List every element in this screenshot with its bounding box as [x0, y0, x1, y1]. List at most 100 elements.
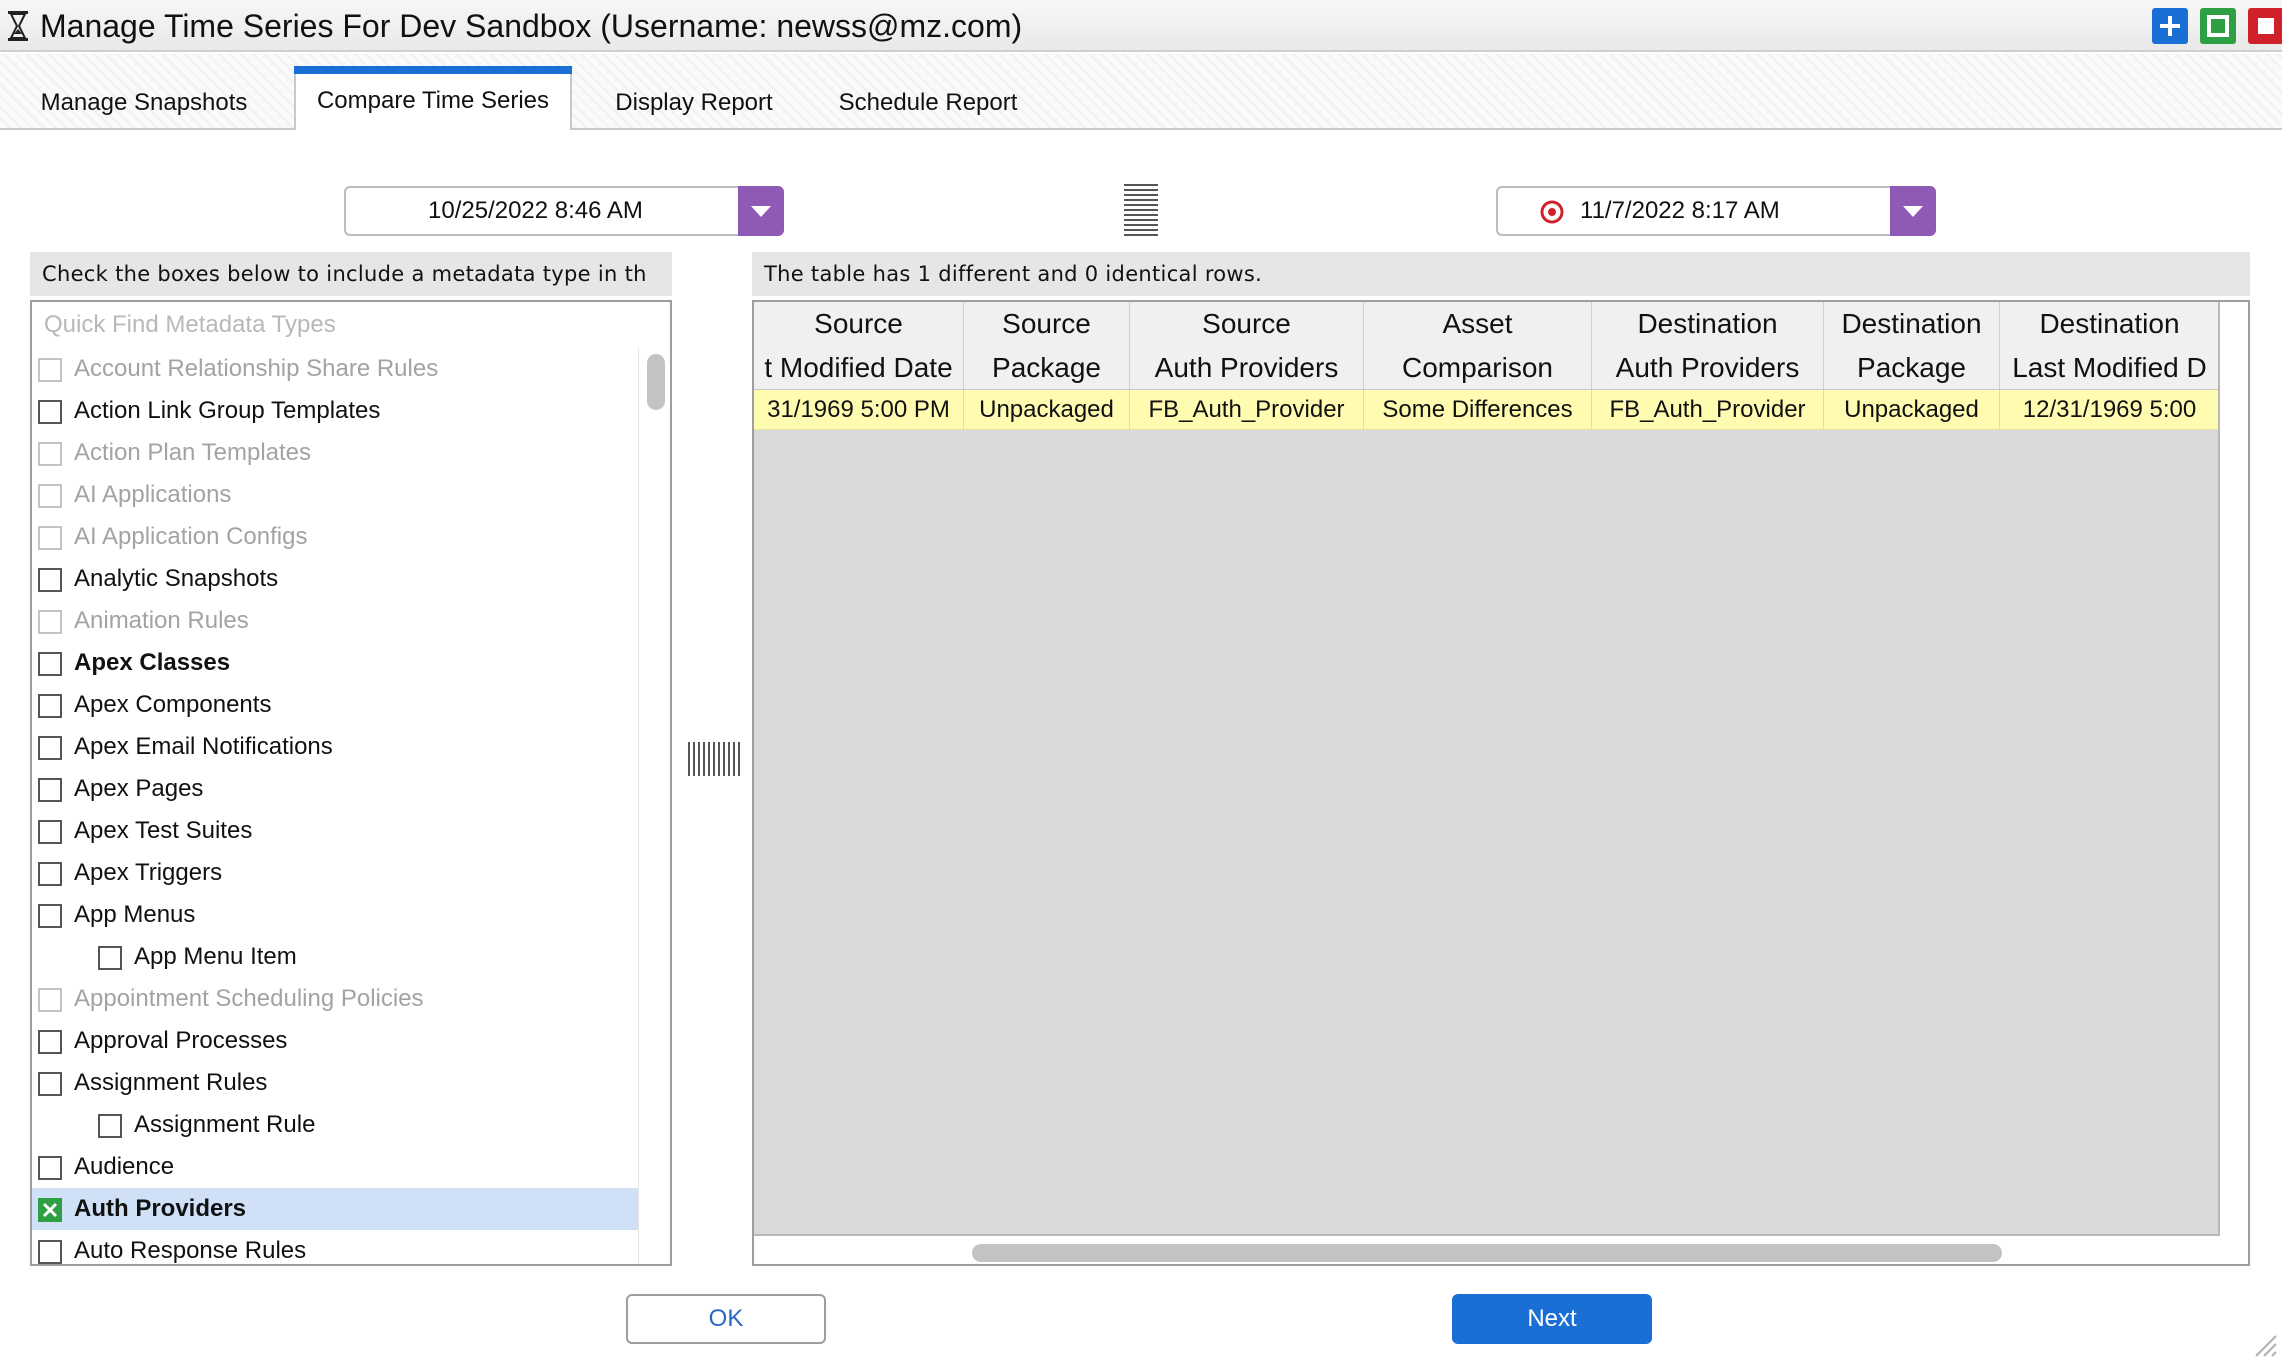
source-date-select[interactable]: 10/25/2022 8:46 AM [344, 186, 784, 236]
tab-compare-time-series[interactable]: Compare Time Series [294, 66, 572, 132]
horizontal-scrollbar[interactable] [754, 1236, 2220, 1264]
list-item[interactable]: Action Plan Templates [32, 432, 638, 474]
vertical-splitter-handle[interactable] [688, 742, 740, 776]
plus-icon [2160, 16, 2180, 36]
tab-display-report[interactable]: Display Report [596, 76, 792, 130]
list-item[interactable]: Apex Triggers [32, 852, 638, 894]
header-row-bottom: t Modified Date Package Auth Providers Comp… [754, 346, 2218, 390]
list-item[interactable]: Auto Response Rules [32, 1230, 638, 1264]
checkbox[interactable] [38, 736, 62, 760]
list-item[interactable]: AI Applications [32, 474, 638, 516]
table-cell[interactable]: Unpackaged [964, 390, 1130, 429]
resize-grip-icon[interactable] [2252, 1332, 2278, 1358]
list-item-label: Apex Pages [74, 775, 204, 802]
table-row[interactable]: 31/1969 5:00 PM Unpackaged FB_Auth_Provide… [754, 390, 2218, 430]
column-header: t Modified Date [754, 346, 964, 389]
horizontal-scrollbar-thumb[interactable] [972, 1244, 2002, 1262]
column-header: Comparison [1364, 346, 1592, 389]
table-cell[interactable]: Unpackaged [1824, 390, 2000, 429]
checkbox[interactable] [38, 652, 62, 676]
list-item[interactable]: Apex Classes [32, 642, 638, 684]
table-cell[interactable]: Some Differences [1364, 390, 1592, 429]
list-item-label: Apex Triggers [74, 859, 223, 886]
tab-schedule-report[interactable]: Schedule Report [818, 76, 1038, 130]
checkbox[interactable] [38, 1030, 62, 1054]
checkmark-x-icon [42, 1202, 58, 1218]
checkbox[interactable] [38, 1240, 62, 1264]
source-date-value: 10/25/2022 8:46 AM [428, 197, 643, 224]
list-item[interactable]: Animation Rules [32, 600, 638, 642]
destination-date-select[interactable]: 11/7/2022 8:17 AM [1496, 186, 1936, 236]
comparison-summary: The table has 1 different and 0 identica… [752, 252, 2250, 296]
list-item[interactable]: Apex Components [32, 684, 638, 726]
checkbox[interactable] [38, 778, 62, 802]
horizontal-splitter-handle[interactable] [1124, 184, 1158, 236]
list-item[interactable]: Assignment Rules [32, 1062, 638, 1104]
list-item[interactable]: Approval Processes [32, 1020, 638, 1062]
metadata-type-list-items: Account Relationship Share Rules Action L… [32, 348, 638, 1264]
list-item-label: Assignment Rules [74, 1069, 268, 1096]
chevron-down-icon [1903, 206, 1923, 217]
list-item[interactable]: App Menu Item [32, 936, 638, 978]
list-item[interactable]: Apex Pages [32, 768, 638, 810]
destination-date-dropdown-button[interactable] [1890, 186, 1936, 236]
checkbox[interactable] [38, 988, 62, 1012]
list-item[interactable]: Assignment Rule [32, 1104, 638, 1146]
checkbox[interactable] [38, 400, 62, 424]
checked-checkbox[interactable] [38, 1198, 62, 1222]
checkbox[interactable] [38, 694, 62, 718]
checkbox[interactable] [38, 568, 62, 592]
ok-button[interactable]: OK [626, 1294, 826, 1344]
list-item[interactable]: AI Application Configs [32, 516, 638, 558]
close-button[interactable] [2248, 8, 2282, 44]
chevron-down-icon [751, 206, 771, 217]
list-item-label: Apex Email Notifications [74, 733, 333, 760]
quick-find-input[interactable]: Quick Find Metadata Types [30, 300, 672, 350]
list-item[interactable]: Account Relationship Share Rules [32, 348, 638, 390]
checkbox[interactable] [38, 484, 62, 508]
list-item[interactable]: Apex Email Notifications [32, 726, 638, 768]
list-item-label: Audience [74, 1153, 175, 1180]
list-item-label: App Menus [74, 901, 196, 928]
checkbox[interactable] [38, 820, 62, 844]
list-item-label: Approval Processes [74, 1027, 288, 1054]
tab-manage-snapshots[interactable]: Manage Snapshots [18, 76, 270, 130]
list-item[interactable]: Audience [32, 1146, 638, 1188]
add-window-button[interactable] [2152, 8, 2188, 44]
maximize-button[interactable] [2200, 8, 2236, 44]
checkbox[interactable] [98, 1114, 122, 1138]
checkbox[interactable] [38, 1156, 62, 1180]
list-item-label: Apex Test Suites [74, 817, 253, 844]
list-item[interactable]: App Menus [32, 894, 638, 936]
checkbox[interactable] [98, 946, 122, 970]
checkbox[interactable] [38, 610, 62, 634]
table-cell[interactable]: FB_Auth_Provider [1592, 390, 1824, 429]
metadata-type-list[interactable]: Account Relationship Share Rules Action L… [30, 348, 672, 1266]
list-item[interactable]: Apex Test Suites [32, 810, 638, 852]
source-date-dropdown-button[interactable] [738, 186, 784, 236]
column-header: Last Modified D [2000, 346, 2218, 389]
vertical-scrollbar-thumb[interactable] [647, 354, 665, 410]
checkbox[interactable] [38, 442, 62, 466]
table-cell[interactable]: FB_Auth_Provider [1130, 390, 1364, 429]
checkbox[interactable] [38, 904, 62, 928]
checkbox[interactable] [38, 358, 62, 382]
header-row-top: Source Source Source Asset Destination Destin… [754, 302, 2218, 346]
checkbox[interactable] [38, 1072, 62, 1096]
list-item[interactable]: Auth Providers [32, 1188, 638, 1230]
table-cell[interactable]: 12/31/1969 5:00 [2000, 390, 2218, 429]
checkbox[interactable] [38, 862, 62, 886]
column-header: Package [964, 346, 1130, 389]
list-item-label: Account Relationship Share Rules [74, 355, 439, 382]
list-item[interactable]: Appointment Scheduling Policies [32, 978, 638, 1020]
table-cell[interactable]: 31/1969 5:00 PM [754, 390, 964, 429]
window-title: Manage Time Series For Dev Sandbox (User… [40, 8, 1023, 44]
comparison-grid: Source Source Source Asset Destination Destin… [754, 302, 2220, 1236]
list-item[interactable]: Action Link Group Templates [32, 390, 638, 432]
metadata-types-panel: Check the boxes below to include a metad… [30, 252, 672, 1266]
hourglass-icon [8, 11, 28, 41]
checkbox[interactable] [38, 526, 62, 550]
list-item[interactable]: Analytic Snapshots [32, 558, 638, 600]
vertical-scrollbar[interactable] [638, 348, 670, 1264]
next-button[interactable]: Next [1452, 1294, 1652, 1344]
